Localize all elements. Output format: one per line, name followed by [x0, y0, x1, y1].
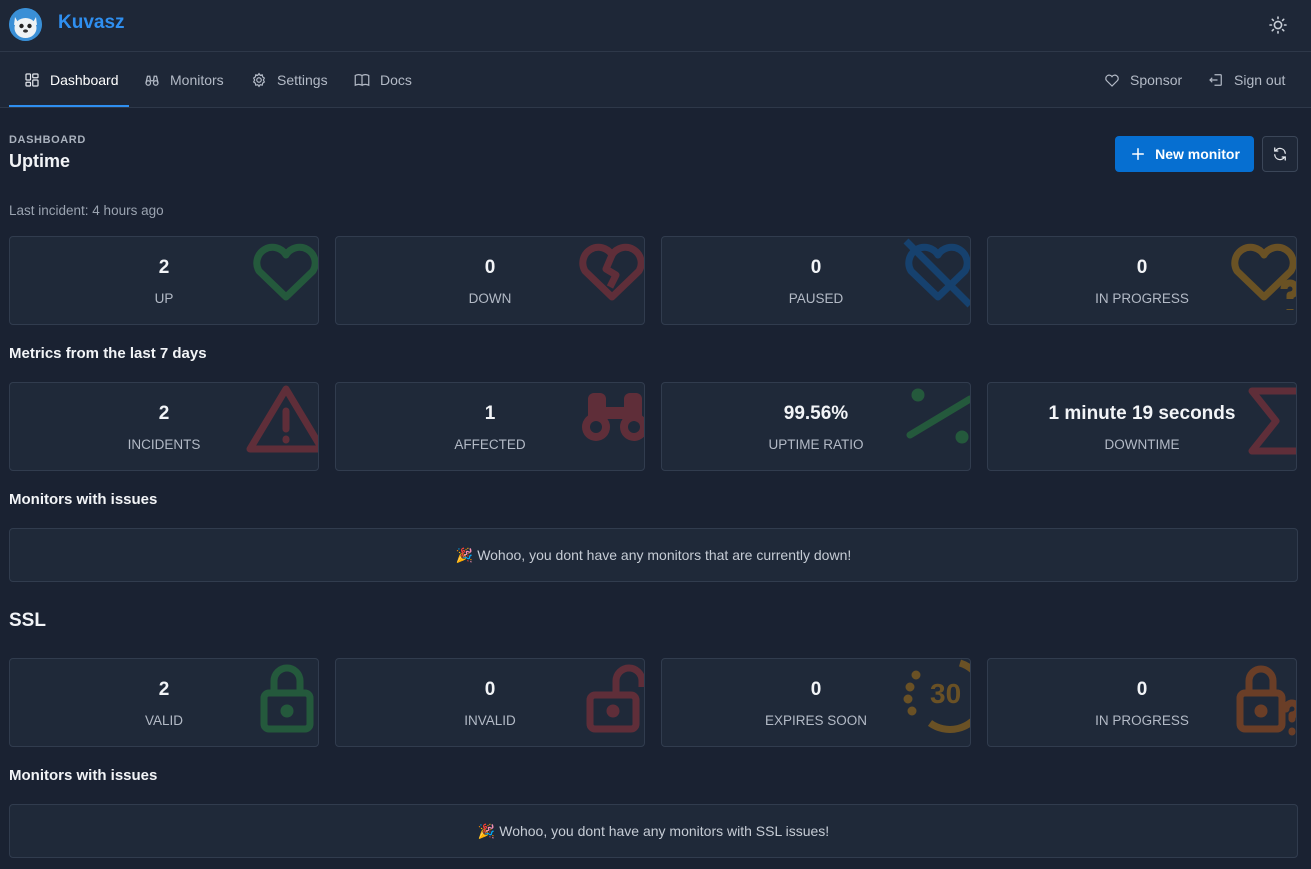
tab-monitors[interactable]: Monitors	[143, 52, 224, 107]
heart-icon	[1105, 74, 1119, 87]
book-icon	[354, 73, 370, 86]
stat-label: PAUSED	[788, 291, 844, 306]
sponsor-link[interactable]: Sponsor	[1103, 52, 1182, 107]
stat-value: 0	[810, 257, 822, 278]
binoculars-icon	[145, 75, 159, 86]
ssl-card-invalid: 0 INVALID	[335, 658, 645, 747]
refresh-button[interactable]	[1262, 136, 1298, 172]
nav-bar: Dashboard Monitors Settings Docs Sponsor…	[0, 52, 1311, 108]
tab-docs[interactable]: Docs	[353, 52, 412, 107]
sun-icon[interactable]	[1266, 13, 1290, 37]
stat-value: 0	[484, 257, 496, 278]
stat-value: 2	[158, 257, 170, 278]
ssl-title: SSL	[9, 610, 46, 631]
stat-label: UPTIME RATIO	[768, 437, 864, 452]
stat-value: 0	[1136, 679, 1148, 700]
metric-card-downtime: 1 minute 19 seconds DOWNTIME	[987, 382, 1297, 471]
sponsor-label: Sponsor	[1130, 71, 1183, 88]
sign-out-label: Sign out	[1234, 71, 1286, 88]
ssl-issues-title: Monitors with issues	[9, 767, 158, 784]
refresh-icon	[1274, 147, 1286, 161]
metrics-title: Metrics from the last 7 days	[9, 345, 207, 362]
stat-card-in-progress: 0 IN PROGRESS	[987, 236, 1297, 325]
stat-card-down: 0 DOWN	[335, 236, 645, 325]
stat-label: IN PROGRESS	[1095, 713, 1189, 728]
metric-card-uptime-ratio: 99.56% UPTIME RATIO	[661, 382, 971, 471]
stat-value: 99.56%	[783, 403, 849, 424]
party-popper-icon: 🎉	[477, 822, 496, 839]
gear-icon	[252, 72, 266, 87]
metric-card-incidents: 2 INCIDENTS	[9, 382, 319, 471]
stat-label: IN PROGRESS	[1095, 291, 1189, 306]
no-issues-message: Wohoo, you dont have any monitors that a…	[477, 547, 852, 563]
app-name[interactable]: Kuvasz	[58, 12, 125, 34]
logout-icon	[1209, 73, 1222, 86]
stat-label: EXPIRES SOON	[764, 713, 868, 728]
tab-monitors-label: Monitors	[170, 71, 224, 88]
tab-dashboard[interactable]: Dashboard	[23, 52, 119, 107]
metric-card-affected: 1 AFFECTED	[335, 382, 645, 471]
stat-label: INVALID	[464, 713, 516, 728]
ssl-card-expires-soon: 30 0 EXPIRES SOON	[661, 658, 971, 747]
new-monitor-label: New monitor	[1155, 146, 1240, 162]
active-tab-indicator	[9, 105, 129, 107]
ssl-card-valid: 2 VALID	[9, 658, 319, 747]
stat-value: 2	[158, 679, 170, 700]
page-pretitle: DASHBOARD	[9, 134, 86, 146]
page-title: Uptime	[9, 151, 71, 171]
stat-label: VALID	[144, 713, 183, 728]
dog-logo-icon[interactable]	[9, 8, 42, 41]
stat-value: 0	[484, 679, 496, 700]
no-issues-banner: 🎉 Wohoo, you dont have any monitors that…	[9, 528, 1298, 582]
tab-settings[interactable]: Settings	[250, 52, 328, 107]
party-popper-icon: 🎉	[455, 546, 474, 563]
sign-out-link[interactable]: Sign out	[1207, 52, 1285, 107]
tab-docs-label: Docs	[380, 71, 412, 88]
stat-value: 1	[484, 403, 496, 424]
top-bar: Kuvasz	[0, 0, 1311, 52]
stat-card-up: 2 UP	[9, 236, 319, 325]
stat-label: DOWN	[468, 291, 512, 306]
stat-value: 0	[1136, 257, 1148, 278]
stat-value: 2	[158, 403, 170, 424]
tab-dashboard-label: Dashboard	[50, 71, 119, 88]
stat-value: 1 minute 19 seconds	[1048, 403, 1236, 424]
stat-label: UP	[154, 291, 174, 306]
stat-label: AFFECTED	[454, 437, 526, 452]
new-monitor-button[interactable]: New monitor	[1115, 136, 1254, 172]
no-ssl-issues-message: Wohoo, you dont have any monitors with S…	[499, 823, 830, 839]
ssl-card-in-progress: 0 IN PROGRESS	[987, 658, 1297, 747]
stat-card-paused: 0 PAUSED	[661, 236, 971, 325]
dashboard-icon	[25, 72, 39, 87]
no-ssl-issues-banner: 🎉 Wohoo, you dont have any monitors with…	[9, 804, 1298, 858]
plus-icon	[1132, 148, 1145, 160]
stat-value: 0	[810, 679, 822, 700]
tab-settings-label: Settings	[277, 71, 328, 88]
stat-label: DOWNTIME	[1104, 437, 1180, 452]
stat-label: INCIDENTS	[127, 437, 201, 452]
monitors-with-issues-title: Monitors with issues	[9, 491, 158, 508]
last-incident-text: Last incident: 4 hours ago	[9, 203, 164, 218]
